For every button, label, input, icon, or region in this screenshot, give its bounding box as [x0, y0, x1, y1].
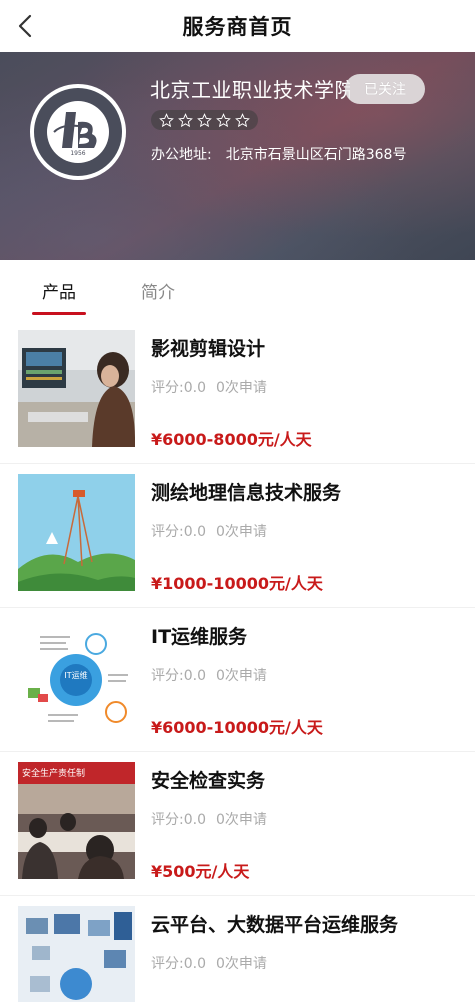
chevron-left-icon: [18, 14, 32, 38]
tab-products[interactable]: 产品: [42, 278, 76, 303]
product-meta: 评分:0.0 0次申请: [151, 665, 267, 685]
product-rating: 评分:0.0: [151, 812, 206, 828]
follow-button[interactable]: 已关注: [345, 74, 425, 104]
tab-intro[interactable]: 简介: [141, 278, 175, 303]
product-price: ¥6000-10000元/人天: [151, 718, 323, 737]
product-thumbnail: 安全生产责任制: [18, 762, 135, 879]
product-title: 影视剪辑设计: [151, 338, 266, 360]
top-bar: 服务商首页: [0, 0, 475, 52]
rating-stars: [151, 110, 258, 130]
svg-text:1956: 1956: [70, 150, 85, 157]
product-applies: 0次申请: [215, 668, 267, 684]
product-title: IT运维服务: [151, 626, 248, 648]
product-thumbnail: [18, 330, 135, 447]
product-price: ¥1000-10000元/人天: [151, 574, 323, 593]
product-thumbnail: [18, 474, 135, 591]
product-applies: 0次申请: [215, 956, 267, 972]
product-meta: 评分:0.0 0次申请: [151, 521, 267, 541]
product-item[interactable]: 云平台、大数据平台运维服务 评分:0.0 0次申请: [0, 896, 475, 1002]
product-meta: 评分:0.0 0次申请: [151, 809, 267, 829]
product-applies: 0次申请: [215, 380, 267, 396]
active-tab-indicator: [32, 312, 86, 315]
product-item[interactable]: 测绘地理信息技术服务 评分:0.0 0次申请 ¥1000-10000元/人天: [0, 464, 475, 608]
star-icon: [216, 112, 231, 127]
product-item[interactable]: 安全生产责任制 安全检查实务 评分:0.0 0次申请 ¥500元/人天: [0, 752, 475, 896]
product-rating: 评分:0.0: [151, 956, 206, 972]
product-meta: 评分:0.0 0次申请: [151, 953, 267, 973]
product-applies: 0次申请: [215, 812, 267, 828]
star-icon: [197, 112, 212, 127]
office-address: 办公地址: 北京市石景山区石门路368号: [151, 144, 406, 164]
product-rating: 评分:0.0: [151, 668, 206, 684]
back-button[interactable]: [10, 10, 40, 42]
star-icon: [159, 112, 174, 127]
product-title: 安全检查实务: [151, 770, 266, 792]
product-applies: 0次申请: [215, 524, 267, 540]
star-icon: [235, 112, 250, 127]
product-rating: 评分:0.0: [151, 380, 206, 396]
address-label: 办公地址:: [151, 147, 212, 163]
product-meta: 评分:0.0 0次申请: [151, 377, 267, 397]
product-title: 测绘地理信息技术服务: [151, 482, 342, 504]
address-value: 北京市石景山区石门路368号: [225, 147, 407, 163]
product-price: ¥500元/人天: [151, 862, 250, 881]
product-item[interactable]: IT运维 IT运维服务 评分:0.0 0次申请 ¥6000-10000元/人天: [0, 608, 475, 752]
product-item[interactable]: 影视剪辑设计 评分:0.0 0次申请 ¥6000-8000元/人天: [0, 320, 475, 464]
product-title: 云平台、大数据平台运维服务: [151, 914, 399, 936]
provider-name: 北京工业职业技术学院: [150, 78, 350, 102]
star-icon: [178, 112, 193, 127]
product-price: ¥6000-8000元/人天: [151, 430, 312, 449]
thumb-it-text: IT运维: [64, 670, 87, 680]
product-list: 影视剪辑设计 评分:0.0 0次申请 ¥6000-8000元/人天 测绘地理信息技…: [0, 320, 475, 1002]
follow-label: 已关注: [364, 82, 406, 98]
product-thumbnail: [18, 906, 135, 1002]
page-title: 服务商首页: [182, 15, 293, 39]
tab-bar: 产品 简介: [0, 260, 475, 320]
product-rating: 评分:0.0: [151, 524, 206, 540]
provider-banner: 1956 北京工业职业技术学院 已关注 办公地址: 北京市石景山区石门路368号: [0, 52, 475, 260]
product-thumbnail: IT运维: [18, 618, 135, 735]
thumb-safety-text: 安全生产责任制: [22, 767, 85, 779]
college-logo: 1956: [30, 84, 126, 180]
